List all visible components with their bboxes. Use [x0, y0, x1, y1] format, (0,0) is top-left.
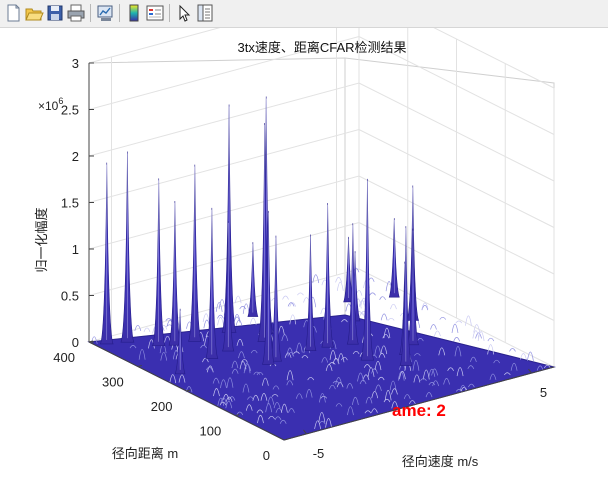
- y-tick-label: 100: [200, 424, 222, 439]
- new-figure-icon[interactable]: [3, 3, 23, 23]
- edit-plot-icon[interactable]: [174, 3, 194, 23]
- z-tick-label: 2.5: [61, 103, 79, 118]
- z-tick-label: 3: [72, 56, 79, 71]
- z-exponent-label: ×106: [38, 96, 63, 113]
- figure-canvas: 0 0.5 1 1.5 2 2.5 3 0 100 200 300 400 -5 5 3tx速度、距离CF…: [0, 0, 608, 480]
- z-tick-label: 2: [72, 149, 79, 164]
- y-tick-label: 300: [102, 375, 124, 390]
- x-tick-label: -5: [313, 446, 325, 461]
- y-tick-label: 0: [263, 448, 270, 463]
- x-tick-label: 5: [540, 385, 547, 400]
- y-tick-label: 200: [151, 399, 173, 414]
- link-plot-icon[interactable]: [95, 3, 115, 23]
- print-figure-icon[interactable]: [66, 3, 86, 23]
- back-right-wall: [344, 57, 555, 368]
- y-tick-label: 400: [53, 350, 75, 365]
- surface-plot: 0 0.5 1 1.5 2 2.5 3 0 100 200 300 400 -5 5 3tx速度、距离CF…: [34, 0, 556, 469]
- z-tick-label: 1: [72, 242, 79, 257]
- insert-colorbar-icon[interactable]: [124, 3, 144, 23]
- save-figure-icon[interactable]: [45, 3, 65, 23]
- z-axis-label: 归一化幅度: [34, 207, 49, 272]
- open-file-icon[interactable]: [24, 3, 44, 23]
- y-axis-label: 径向距离 m: [112, 446, 178, 461]
- insert-legend-icon[interactable]: [145, 3, 165, 23]
- x-axis-label: 径向速度 m/s: [402, 454, 479, 469]
- figure-toolbar: [0, 0, 608, 28]
- z-tick-label: 0.5: [61, 289, 79, 304]
- z-tick-label: 1.5: [61, 196, 79, 211]
- frame-annotation: ame: 2: [392, 401, 446, 420]
- plot-title: 3tx速度、距离CFAR检测结果: [237, 40, 406, 55]
- z-tick-label: 0: [72, 335, 79, 350]
- property-inspector-icon[interactable]: [195, 3, 215, 23]
